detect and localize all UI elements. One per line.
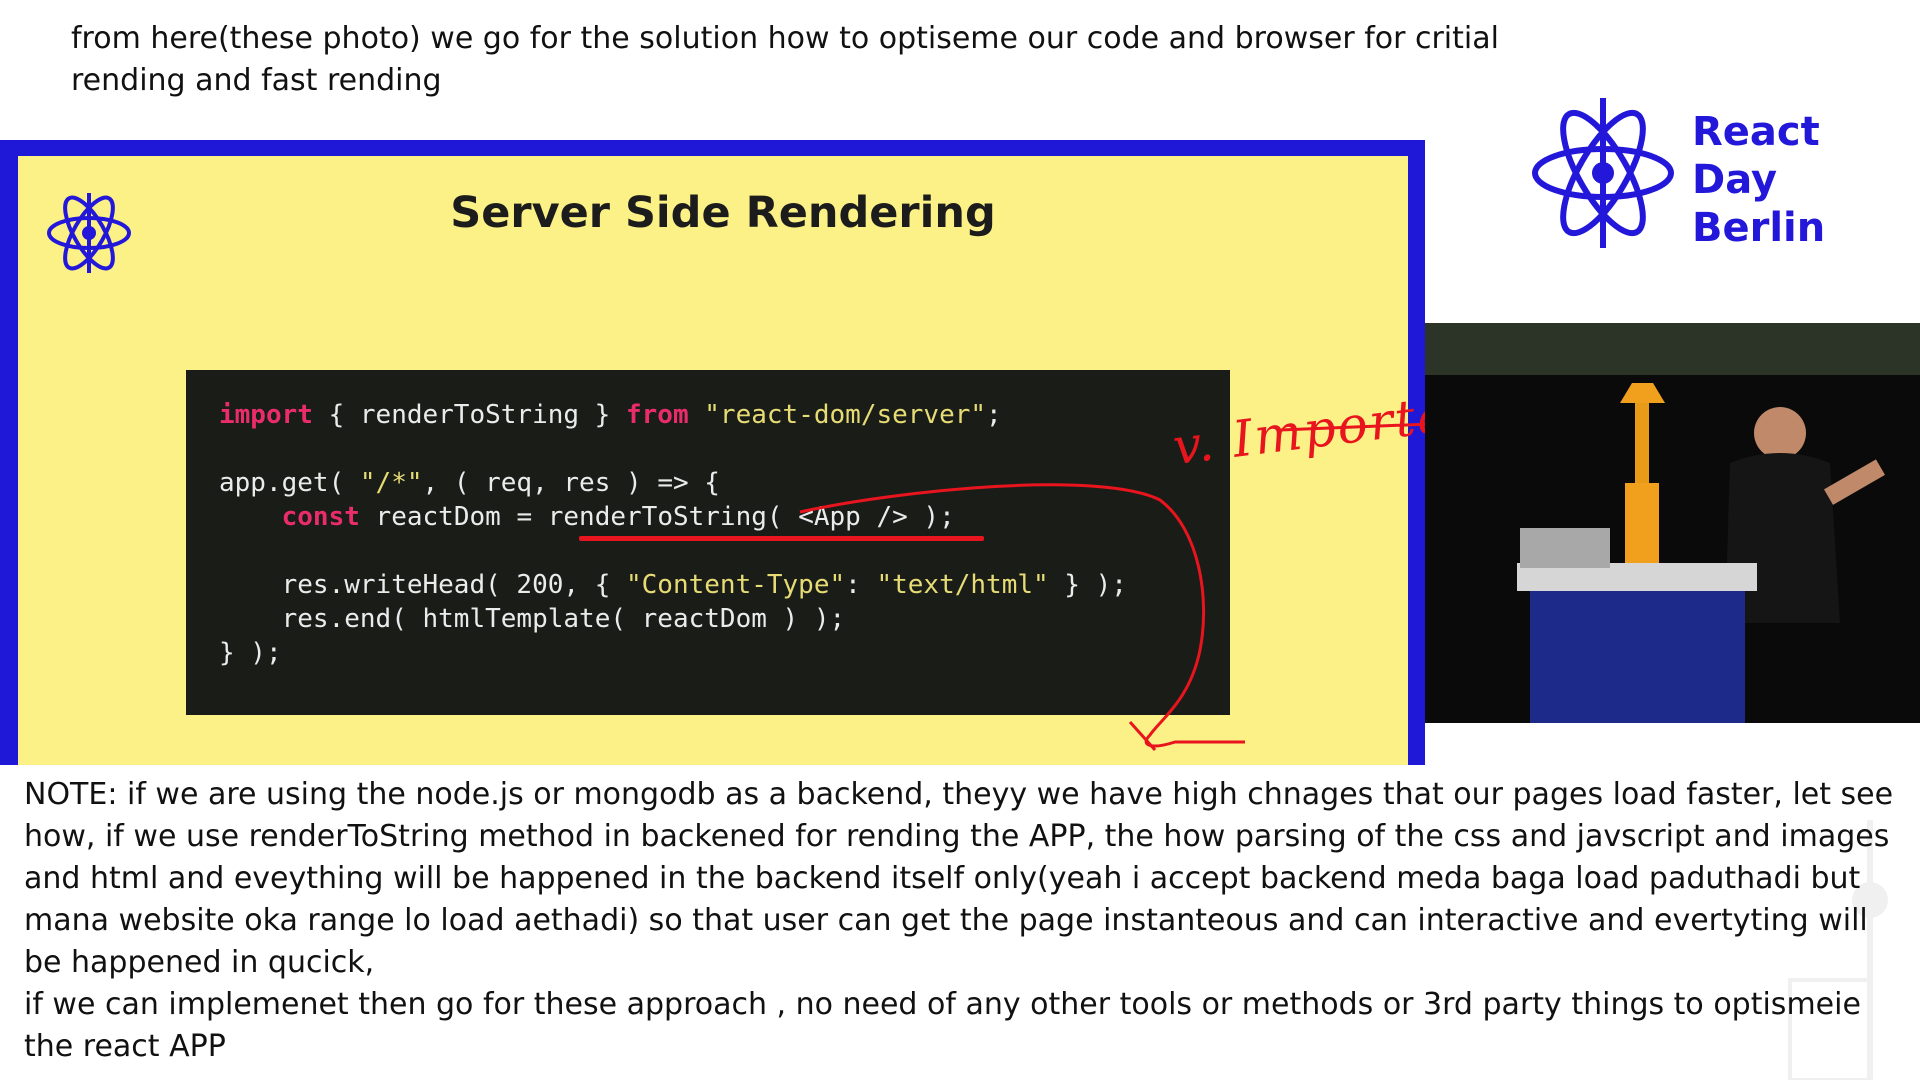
code-string: "text/html" [876, 570, 1049, 600]
code-text: } ); [1048, 570, 1127, 600]
code-string: "/*" [359, 468, 423, 498]
code-text: , ( req, res ) => { [422, 468, 720, 498]
note-paragraph: if we can implemenet then go for these a… [24, 987, 1861, 1064]
note-paragraph: NOTE: if we are using the node.js or mon… [24, 777, 1894, 980]
top-note: from here(these photo) we go for the sol… [71, 21, 1499, 98]
red-underline [579, 536, 984, 541]
slide-title: Server Side Rendering [450, 188, 996, 238]
code-block: import { renderToString } from "react-do… [186, 370, 1230, 715]
speaker-image [1425, 375, 1920, 723]
code-text: reactDom = renderToString( <App /> ); [359, 502, 955, 532]
code-keyword: import [219, 400, 313, 430]
code-text: res.end( htmlTemplate( reactDom ) ); [281, 604, 846, 634]
code-text: app.get( [219, 468, 360, 498]
code-text: : [845, 570, 877, 600]
code-string: "Content-Type" [626, 570, 846, 600]
brand-line: Berlin [1692, 205, 1826, 251]
react-day-berlin-atom-icon [1532, 98, 1674, 248]
code-text: { renderToString } [312, 400, 626, 430]
react-day-berlin-logo: React Day Berlin [1528, 98, 1848, 268]
brand-name: React Day Berlin [1692, 108, 1825, 252]
speaker-video-frame [1425, 323, 1920, 723]
code-keyword: const [281, 502, 360, 532]
code-text: res.writeHead( 200, { [281, 570, 626, 600]
code-string: "react-dom/server" [704, 400, 987, 430]
bottom-note: NOTE: if we are using the node.js or mon… [24, 774, 1904, 1068]
code-text: } ); [219, 638, 282, 668]
code-keyword: from [626, 400, 689, 430]
brand-line: Day [1692, 157, 1778, 203]
code-text: ; [986, 400, 1002, 430]
brand-line: React [1692, 109, 1820, 155]
